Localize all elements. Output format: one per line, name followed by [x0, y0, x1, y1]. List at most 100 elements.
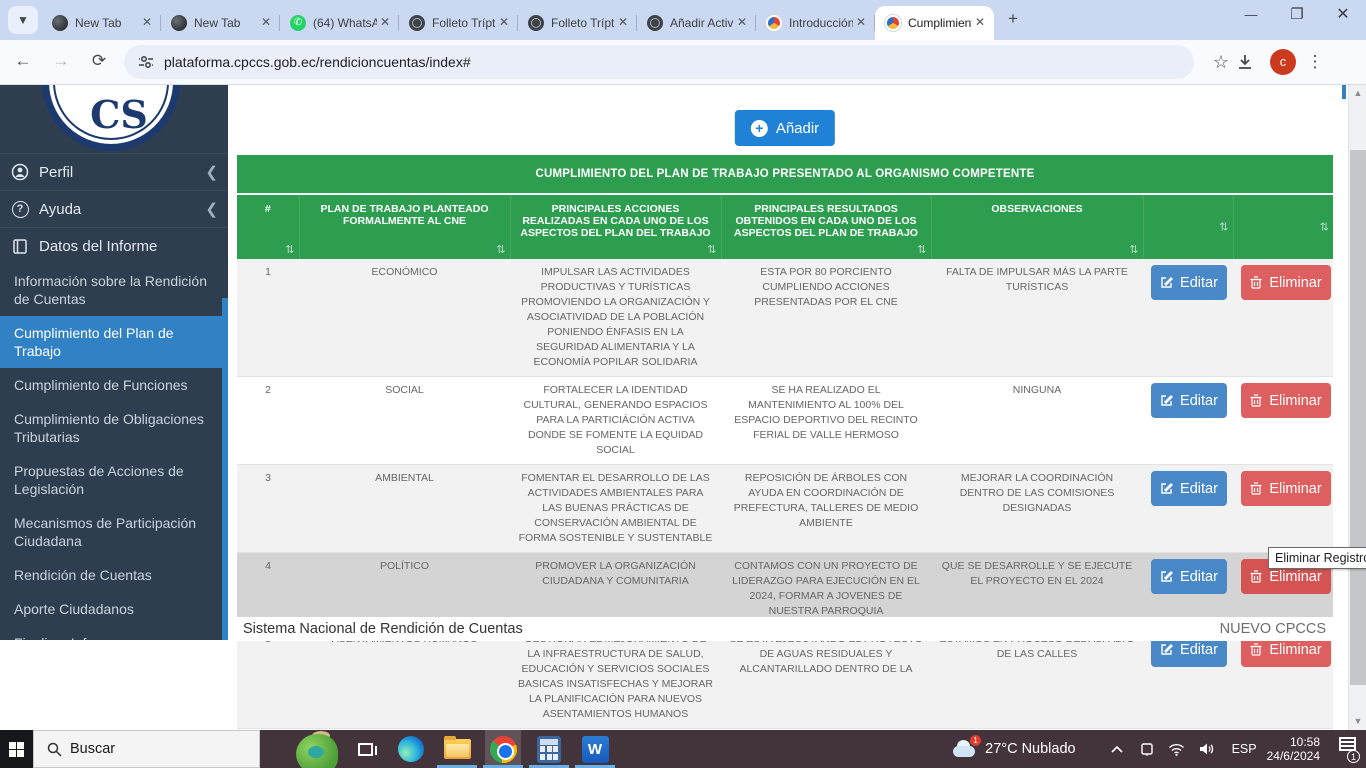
- close-tab-icon[interactable]: ✕: [615, 15, 631, 31]
- sidebar-item-propuestas-legislacion[interactable]: Propuestas de Acciones de Legislación: [0, 454, 228, 506]
- weather-icon[interactable]: 1: [951, 740, 977, 758]
- language-indicator[interactable]: ESP: [1232, 742, 1257, 756]
- start-button[interactable]: [0, 730, 33, 768]
- close-tab-icon[interactable]: ✕: [496, 15, 512, 31]
- notification-center-button[interactable]: 1: [1332, 737, 1358, 761]
- close-tab-icon[interactable]: ✕: [377, 15, 393, 31]
- bookmark-star-icon[interactable]: ☆: [1206, 52, 1236, 73]
- browser-tab[interactable]: Folleto Trípti✕: [518, 6, 637, 40]
- sort-icon[interactable]: ⇅: [285, 243, 294, 256]
- delete-button[interactable]: Eliminar: [1241, 383, 1331, 418]
- close-tab-icon[interactable]: ✕: [853, 15, 869, 31]
- sidebar-item-finalizar-informe[interactable]: Finalizar Informe: [0, 626, 228, 640]
- add-button[interactable]: + Añadir: [735, 110, 835, 146]
- sort-icon[interactable]: ⇅: [1219, 221, 1228, 234]
- sidebar-item-mecanismos-participacion[interactable]: Mecanismos de Participación Ciudadana: [0, 506, 228, 558]
- sidebar-item-cumplimiento-plan[interactable]: Cumplimiento del Plan de Trabajo: [0, 316, 228, 368]
- browser-menu-icon[interactable]: ⋮: [1300, 52, 1330, 72]
- col-plan[interactable]: PLAN DE TRABAJO PLANTEADO FORMALMENTE AL…: [299, 195, 510, 259]
- site-settings-icon[interactable]: [138, 54, 154, 70]
- tray-expand-icon[interactable]: [1105, 745, 1129, 754]
- browser-tab[interactable]: Folleto Trípti✕: [399, 6, 518, 40]
- desktop-wallpaper-mascot: [292, 730, 342, 768]
- window-restore-button[interactable]: ❐: [1274, 0, 1320, 32]
- weather-text[interactable]: 27°C Nublado: [985, 741, 1075, 757]
- taskbar-word-button[interactable]: W: [577, 730, 613, 768]
- downloads-icon[interactable]: [1236, 53, 1266, 71]
- edit-button[interactable]: Editar: [1151, 265, 1227, 300]
- delete-button[interactable]: Eliminar: [1241, 265, 1331, 300]
- trash-icon: [1250, 482, 1262, 495]
- profile-avatar[interactable]: c: [1270, 49, 1296, 75]
- taskbar-search-input[interactable]: Buscar: [33, 730, 260, 768]
- delete-tooltip: Eliminar Registro: [1268, 547, 1366, 569]
- sidebar-item-aporte-ciudadanos[interactable]: Aporte Ciudadanos: [0, 592, 228, 626]
- sidebar-item-ayuda[interactable]: ? Ayuda ❮: [0, 190, 228, 227]
- plan-table: CUMPLIMIENTO DEL PLAN DE TRABAJO PRESENT…: [237, 155, 1333, 729]
- edit-button[interactable]: Editar: [1151, 471, 1227, 506]
- window-minimize-button[interactable]: —: [1228, 0, 1274, 32]
- taskbar-explorer-button[interactable]: [439, 730, 475, 768]
- col-observaciones[interactable]: OBSERVACIONES⇅: [931, 195, 1143, 259]
- sidebar-item-perfil[interactable]: Perfil ❮: [0, 153, 228, 190]
- globe-icon: [409, 15, 425, 31]
- col-editar[interactable]: ⇅: [1143, 195, 1233, 259]
- edit-button[interactable]: Editar: [1151, 559, 1227, 594]
- sidebar-item-cumplimiento-funciones[interactable]: Cumplimiento de Funciones: [0, 368, 228, 402]
- sort-icon[interactable]: ⇅: [1129, 243, 1138, 256]
- web-page: CS Perfil ❮ ? Ayuda ❮ Datos del Informe …: [0, 85, 1366, 730]
- address-bar[interactable]: plataforma.cpccs.gob.ec/rendicioncuentas…: [124, 45, 1194, 79]
- col-num[interactable]: #⇅: [237, 195, 299, 259]
- browser-tab[interactable]: New Tab✕: [161, 6, 280, 40]
- forward-button[interactable]: →: [46, 47, 76, 77]
- close-tab-icon[interactable]: ✕: [139, 15, 155, 31]
- windows-logo-icon: [9, 742, 24, 757]
- close-tab-icon[interactable]: ✕: [972, 15, 988, 31]
- sidebar-item-informacion-rendicion[interactable]: Información sobre la Rendición de Cuenta…: [0, 264, 228, 316]
- taskbar-chrome-button[interactable]: [485, 730, 521, 768]
- cpccs-favicon: [766, 15, 782, 31]
- browser-tab[interactable]: Introducción✕: [756, 6, 875, 40]
- sidebar-item-obligaciones-tributarias[interactable]: Cumplimiento de Obligaciones Tributarias: [0, 402, 228, 454]
- sort-icon[interactable]: ⇅: [496, 243, 505, 256]
- volume-icon[interactable]: [1195, 742, 1219, 756]
- col-acciones[interactable]: PRINCIPALES ACCIONES REALIZADAS EN CADA …: [510, 195, 721, 259]
- device-sync-icon[interactable]: [1135, 742, 1159, 756]
- new-tab-button[interactable]: +: [1000, 7, 1026, 33]
- browser-tab[interactable]: New Tab✕: [42, 6, 161, 40]
- trash-icon: [1250, 394, 1262, 407]
- sidebar-section-datos-informe[interactable]: Datos del Informe: [0, 227, 228, 264]
- browser-scrollbar[interactable]: ▲ ▼: [1348, 85, 1366, 730]
- edit-button[interactable]: Editar: [1151, 383, 1227, 418]
- taskbar-clock[interactable]: 10:58 24/6/2024: [1267, 735, 1320, 763]
- browser-toolbar: ← → ⟳ plataforma.cpccs.gob.ec/rendicionc…: [0, 40, 1366, 85]
- col-eliminar[interactable]: ⇅: [1233, 195, 1333, 259]
- sort-icon[interactable]: ⇅: [1320, 221, 1329, 234]
- clock-time: 10:58: [1267, 735, 1320, 749]
- taskbar-calculator-button[interactable]: [531, 730, 567, 768]
- close-tab-icon[interactable]: ✕: [258, 15, 274, 31]
- window-close-button[interactable]: ✕: [1320, 0, 1366, 32]
- sidebar-item-rendicion-cuentas[interactable]: Rendición de Cuentas: [0, 558, 228, 592]
- chrome-icon: [490, 736, 517, 763]
- taskbar-edge-button[interactable]: [393, 730, 429, 768]
- back-button[interactable]: ←: [8, 47, 38, 77]
- wifi-icon[interactable]: [1165, 743, 1189, 756]
- browser-tab[interactable]: Añadir Activi✕: [637, 6, 756, 40]
- reload-button[interactable]: ⟳: [84, 47, 114, 77]
- delete-button[interactable]: Eliminar: [1241, 471, 1331, 506]
- search-placeholder: Buscar: [70, 741, 115, 757]
- globe-icon: [528, 15, 544, 31]
- tab-search-button[interactable]: ▼: [8, 6, 38, 34]
- trash-icon: [1250, 276, 1262, 289]
- browser-tab[interactable]: ✆(64) WhatsA✕: [280, 6, 399, 40]
- task-view-button[interactable]: [347, 730, 383, 768]
- scrollbar-thumb[interactable]: [1350, 150, 1366, 685]
- close-tab-icon[interactable]: ✕: [734, 15, 750, 31]
- scroll-up-arrow-icon[interactable]: ▲: [1349, 85, 1366, 102]
- scroll-down-arrow-icon[interactable]: ▼: [1349, 713, 1366, 730]
- sort-icon[interactable]: ⇅: [707, 243, 716, 256]
- sort-icon[interactable]: ⇅: [917, 243, 926, 256]
- col-resultados[interactable]: PRINCIPALES RESULTADOS OBTENIDOS EN CADA…: [721, 195, 931, 259]
- browser-tab-active[interactable]: Cumplimient✕: [875, 6, 994, 40]
